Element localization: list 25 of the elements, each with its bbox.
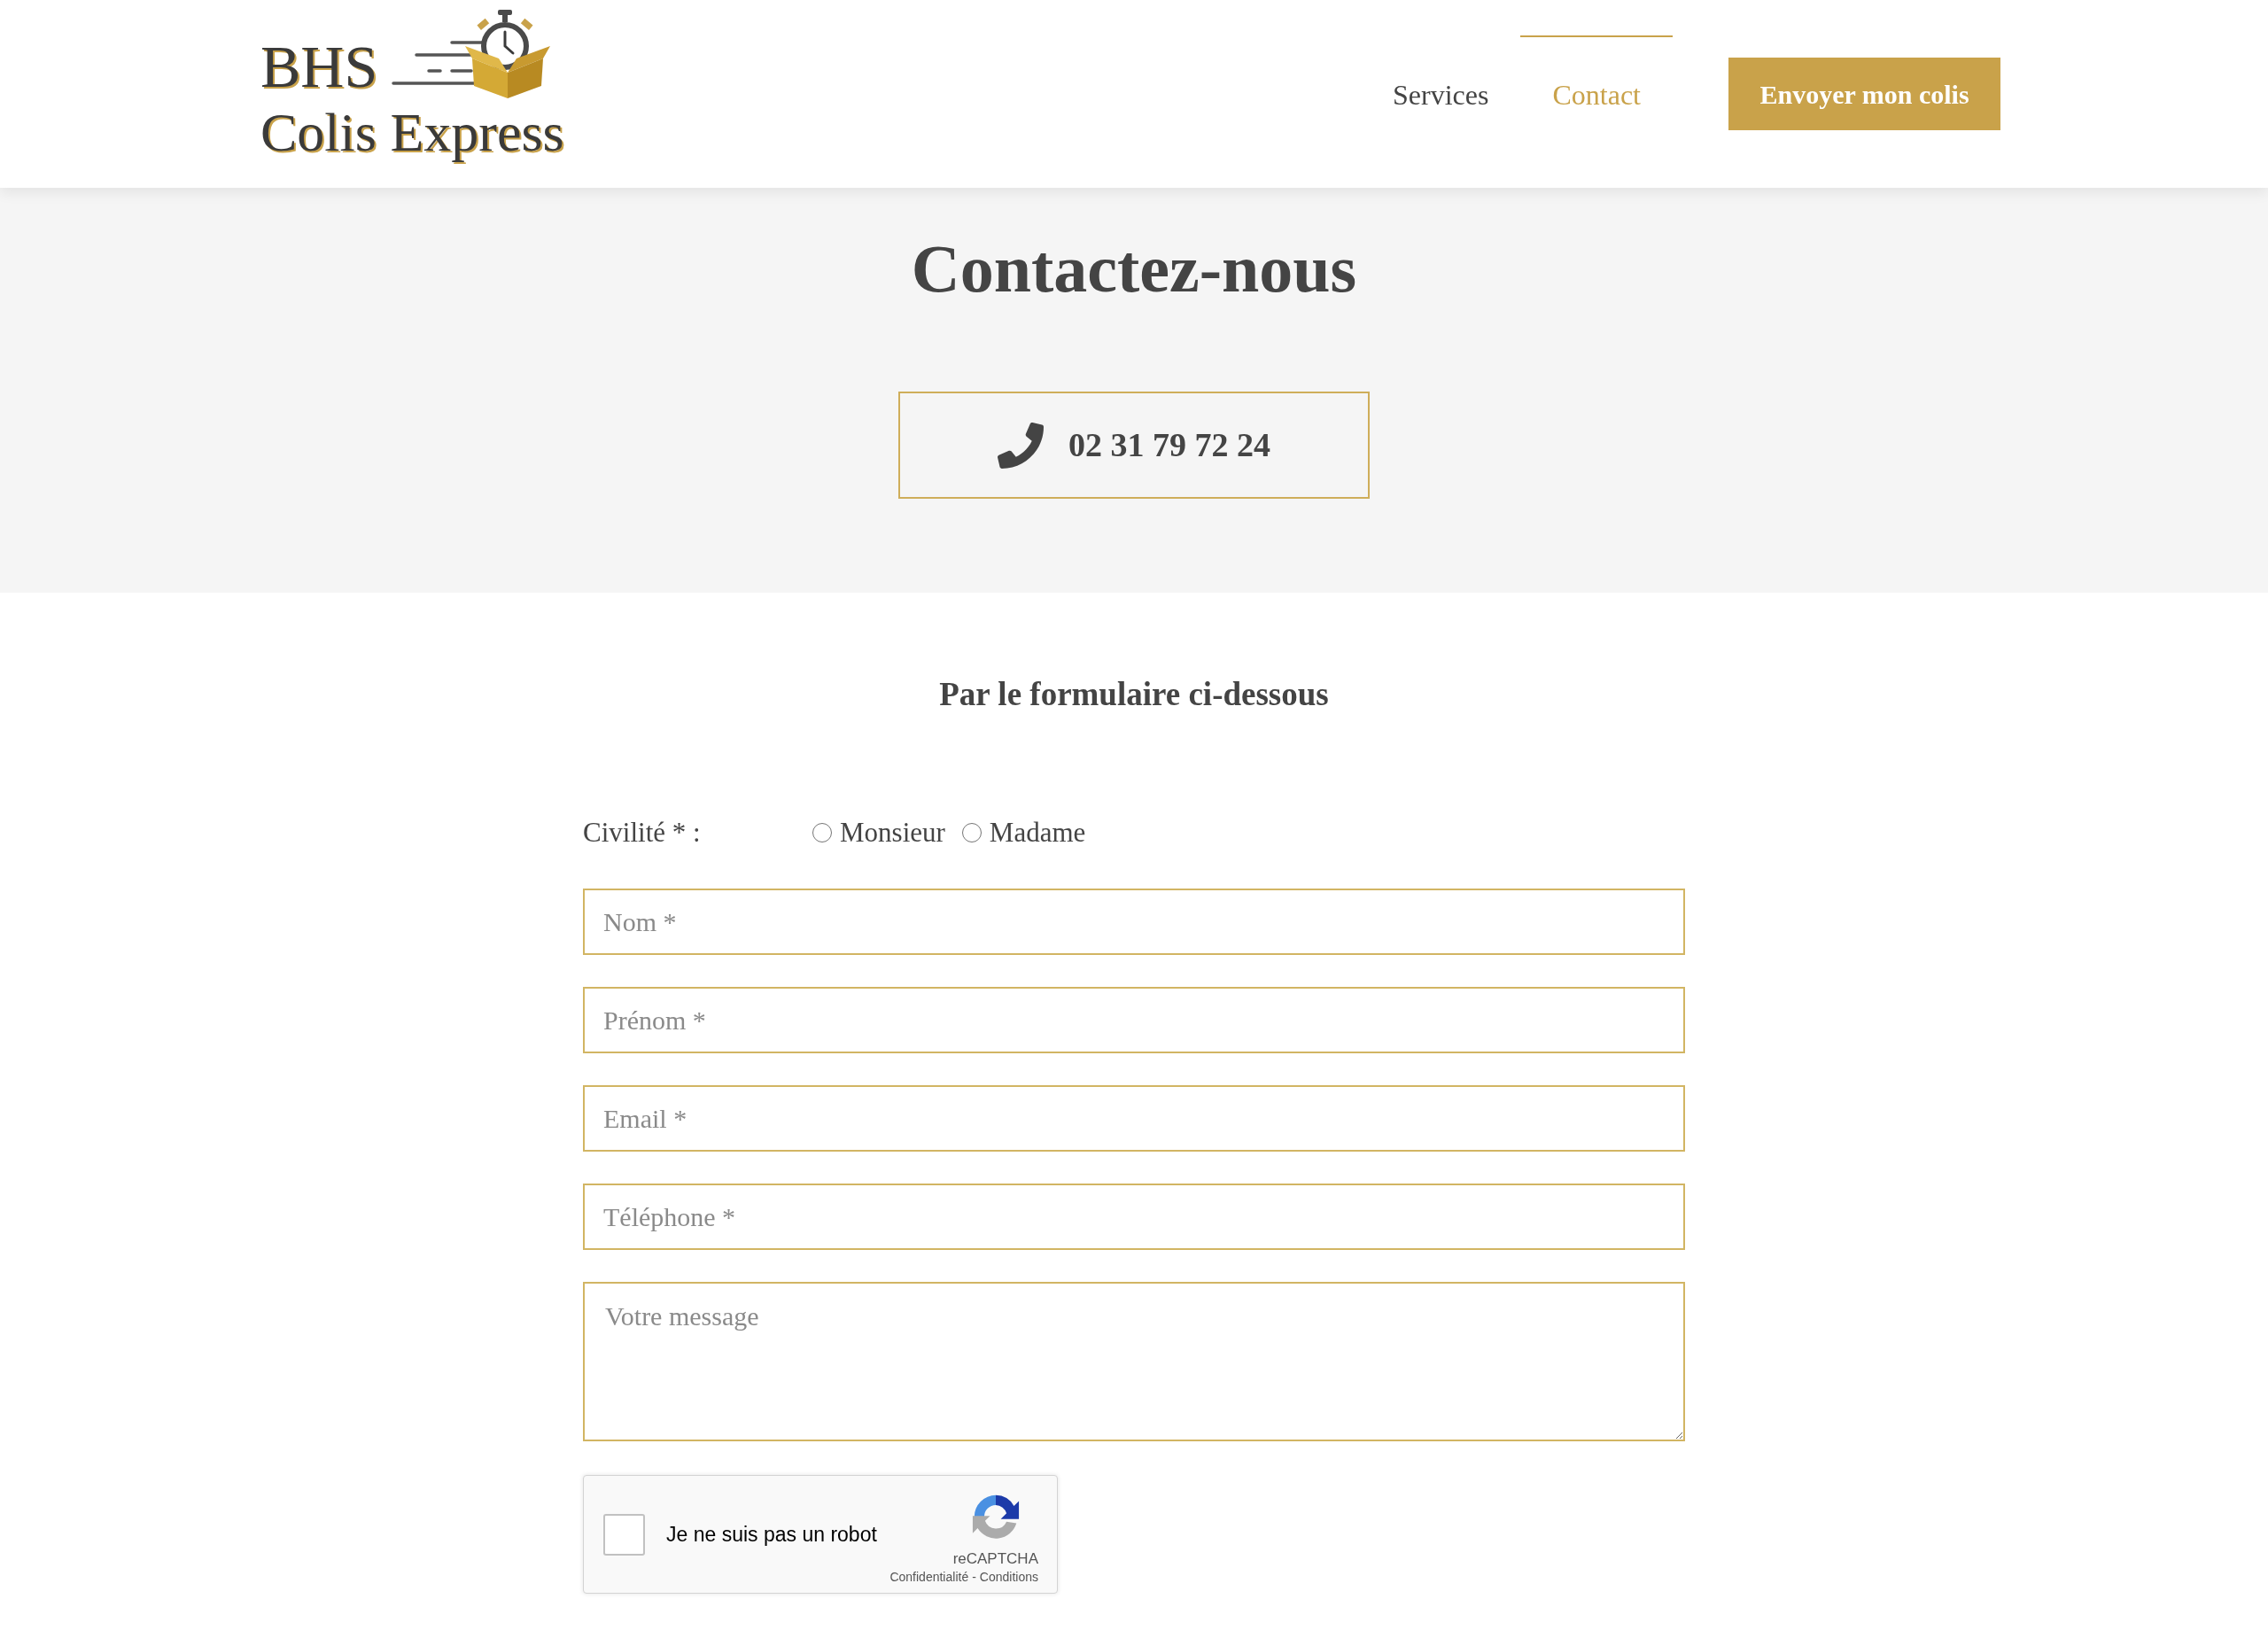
phone-link[interactable]: 02 31 79 72 24	[898, 392, 1370, 499]
message-field[interactable]: Votre message	[583, 1282, 1685, 1441]
captcha-label: Je ne suis pas un robot	[666, 1521, 877, 1548]
nav-link[interactable]: Services	[1361, 35, 1521, 152]
text-field[interactable]: Email *	[583, 1085, 1685, 1152]
page-title: Contactez-nous	[911, 230, 1357, 307]
circular-arrows-icon	[970, 1494, 1021, 1541]
checkbox[interactable]	[603, 1513, 645, 1556]
text-field[interactable]: Prénom *	[583, 987, 1685, 1053]
field-label: Civilité * :	[583, 815, 702, 850]
captcha-link[interactable]: Confidentialité	[889, 1570, 969, 1585]
text-field[interactable]: Téléphone *	[583, 1184, 1685, 1250]
logo-text: BHS	[260, 34, 379, 99]
phone-icon	[998, 422, 1044, 469]
radio-button[interactable]	[961, 823, 982, 842]
link-separator: -	[972, 1570, 976, 1585]
radio-label: Monsieur	[840, 815, 945, 850]
text-field[interactable]: Nom *	[583, 889, 1685, 955]
stopwatch-box-icon	[392, 9, 552, 99]
captcha-brand: reCAPTCHA	[952, 1550, 1038, 1568]
logo-text: Colis Express	[260, 101, 565, 164]
radio-button[interactable]	[812, 823, 832, 842]
section-subtitle: Par le formulaire ci-dessous	[939, 675, 1329, 714]
captcha-link[interactable]: Conditions	[979, 1570, 1038, 1585]
radio-label: Madame	[989, 815, 1086, 850]
